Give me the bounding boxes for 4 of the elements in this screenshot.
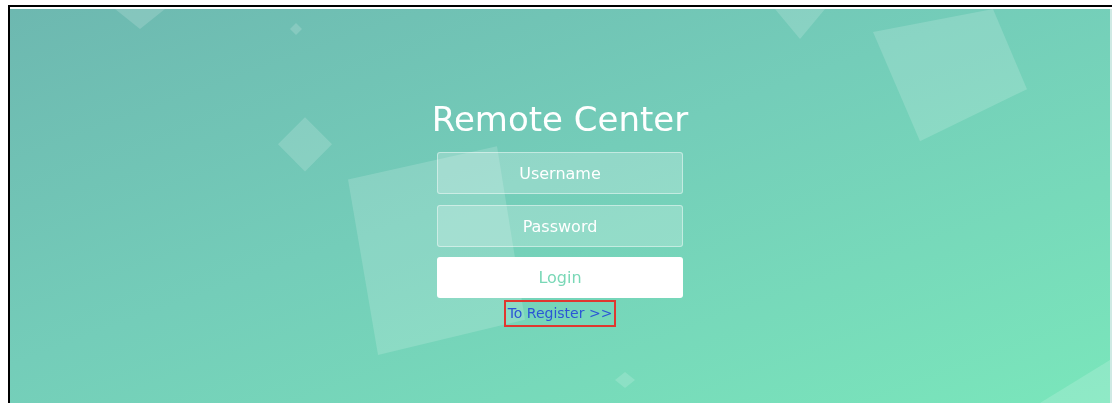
app-title: Remote Center xyxy=(431,98,689,141)
register-link[interactable]: To Register >> xyxy=(507,304,613,322)
input-field[interactable]: Password xyxy=(437,205,683,247)
input-field[interactable]: Username xyxy=(437,152,683,194)
